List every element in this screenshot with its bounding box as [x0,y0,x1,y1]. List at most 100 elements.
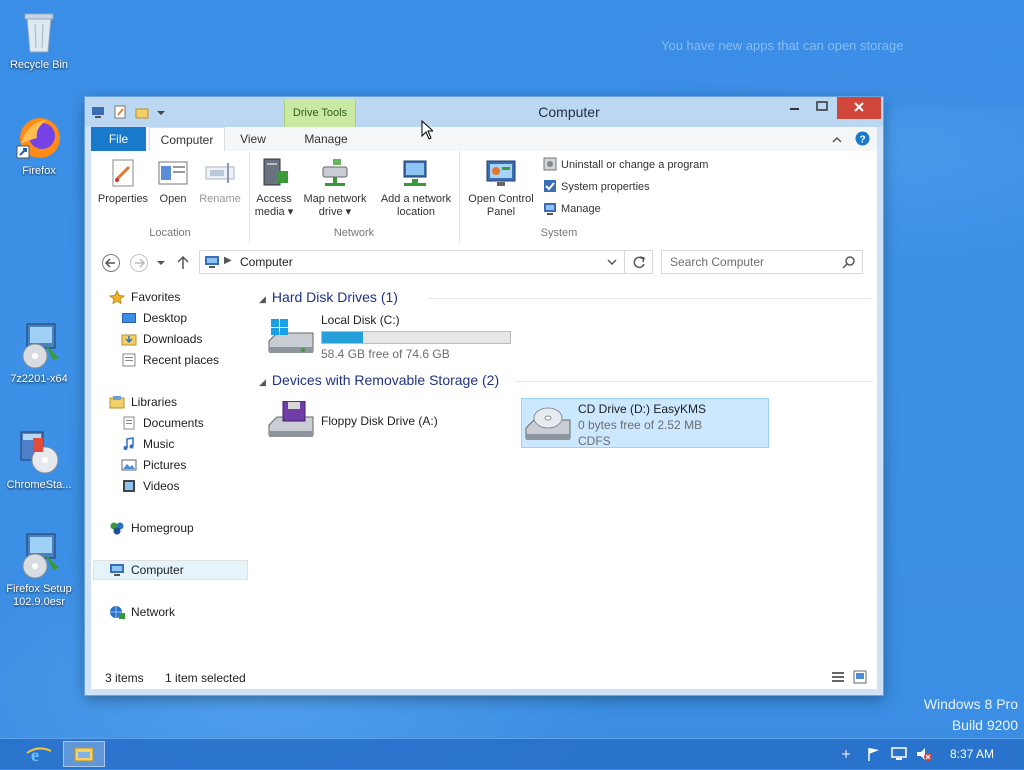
installer-icon [15,322,63,370]
status-selected-count: 1 item selected [165,671,246,685]
nav-homegroup[interactable]: Homegroup [109,521,194,535]
add-network-location-button[interactable]: Add a network location [375,157,457,219]
group-removable-title: Devices with Removable Storage (2) [271,372,500,388]
check-icon [543,179,557,193]
drives-view: ◢ Hard Disk Drives (1) Local Disk (C:) 58… [253,281,877,667]
nav-network[interactable]: Network [109,605,175,619]
tab-file[interactable]: File [91,127,146,151]
minimize-button[interactable] [782,97,808,119]
status-item-count: 3 items [105,671,144,685]
nav-libraries[interactable]: Libraries [109,395,177,409]
videos-icon [121,479,137,493]
nav-videos[interactable]: Videos [121,479,179,493]
details-view-icon[interactable] [831,670,845,687]
access-media-button[interactable]: Access media ▾ [253,157,295,219]
drive-local-disk-c[interactable]: Local Disk (C:) 58.4 GB free of 74.6 GB [267,313,527,363]
taskbar-clock[interactable]: 8:37 AM [950,747,994,761]
recycle-bin-icon [15,8,63,56]
tray-monitor-icon[interactable] [891,746,909,765]
open-button[interactable]: Open [153,157,193,206]
nav-documents[interactable]: Documents [121,416,204,430]
ribbon-tabs: File Computer View Manage ? [91,127,877,152]
programs-icon [543,157,557,171]
nav-recent-label: Recent places [143,353,220,367]
group-hdd-title: Hard Disk Drives (1) [271,289,398,305]
drive-c-usage-bar [321,331,511,344]
desktop-icon-chrome-setup[interactable]: ChromeSta... [1,428,77,492]
large-icons-view-icon[interactable] [853,670,867,687]
maximize-button[interactable] [809,97,835,119]
drive-a-name: Floppy Disk Drive (A:) [321,414,438,428]
notification-text: You have new apps that can open storage [661,38,904,53]
drive-c-usage-fill [322,332,364,343]
tray-network-icon[interactable] [838,746,854,765]
desktop-icon-firefox-setup[interactable]: Firefox Setup 102.9.0esr [1,532,77,609]
open-icon [157,157,189,189]
properties-button[interactable]: Properties [95,157,151,206]
drive-cd-d-item[interactable]: CD Drive (D:) EasyKMS 0 bytes free of 2.… [521,398,769,448]
open-label: Open [159,193,187,205]
nav-downloads[interactable]: Downloads [121,332,202,346]
media-server-icon [258,157,290,189]
tray-volume-muted-icon[interactable] [915,746,933,765]
up-button[interactable] [175,253,191,273]
nav-computer-label: Computer [131,563,184,577]
pictures-icon [121,458,137,472]
search-icon[interactable] [842,255,856,272]
address-bar[interactable]: ▶ Computer [199,250,653,274]
documents-icon [121,416,137,430]
nav-music[interactable]: Music [121,437,174,451]
manage-button[interactable]: Manage [543,201,601,215]
tray-flag-icon[interactable] [866,746,882,765]
system-properties-button[interactable]: System properties [543,179,650,193]
forward-button[interactable] [129,253,149,273]
drive-c-free-space: 58.4 GB free of 74.6 GB [321,347,450,361]
open-control-panel-button[interactable]: Open Control Panel [463,157,539,219]
tab-computer[interactable]: Computer [149,127,225,152]
downloads-icon [121,332,137,346]
nav-desktop[interactable]: Desktop [121,311,187,325]
taskbar: e 8:37 AM [0,738,1024,769]
back-button[interactable] [101,253,121,273]
drive-floppy-a[interactable]: Floppy Disk Drive (A:) [267,399,507,445]
manage-icon [543,201,557,215]
breadcrumb-separator-icon: ▶ [224,255,232,266]
tab-manage[interactable]: Manage [291,127,361,151]
collapse-ribbon-icon[interactable] [831,134,845,149]
manage-label: Manage [561,203,601,215]
address-dropdown-chevron-icon[interactable] [606,255,618,272]
close-button[interactable] [837,97,881,119]
uninstall-program-button[interactable]: Uninstall or change a program [543,157,708,171]
recent-locations-chevron-icon[interactable] [155,253,167,273]
desktop-icon-7zip-setup[interactable]: 7z2201-x64 [1,322,77,386]
desktop-icon-recycle-bin[interactable]: Recycle Bin [1,8,77,72]
search-placeholder: Search Computer [670,255,765,269]
drive-d-filesystem: CDFS [578,434,611,448]
nav-pictures[interactable]: Pictures [121,458,186,472]
rename-icon [204,157,236,189]
nav-downloads-label: Downloads [143,332,203,346]
notification-toast[interactable]: You have new apps that can open storage [641,22,1024,108]
tab-view[interactable]: View [231,127,275,151]
group-header-hard-disk-drives[interactable]: ◢ Hard Disk Drives (1) [259,289,398,305]
explorer-window[interactable]: Drive Tools Computer File Computer View … [85,97,883,695]
desktop-icon-firefox[interactable]: Firefox [1,114,77,178]
drive-d-free-space: 0 bytes free of 2.52 MB [578,418,703,432]
nav-favorites[interactable]: Favorites [108,289,180,305]
taskbar-internet-explorer[interactable]: e [17,741,59,767]
search-input[interactable]: Search Computer [661,250,863,274]
system-group-label: System [540,227,578,239]
control-panel-icon [485,157,517,189]
group-header-removable-storage[interactable]: ◢ Devices with Removable Storage (2) [259,372,499,388]
title-bar[interactable]: Drive Tools Computer [85,97,883,127]
help-icon[interactable]: ? [855,131,871,149]
taskbar-file-explorer[interactable] [63,741,105,767]
refresh-button[interactable] [624,251,652,273]
libraries-icon [109,395,125,409]
rename-button[interactable]: Rename [195,157,245,206]
nav-desktop-label: Desktop [143,311,188,325]
nav-computer[interactable]: Computer [109,563,184,577]
map-network-drive-button[interactable]: Map network drive ▾ [297,157,373,219]
breadcrumb-computer[interactable]: Computer [240,255,293,269]
nav-recent-places[interactable]: Recent places [121,353,219,367]
